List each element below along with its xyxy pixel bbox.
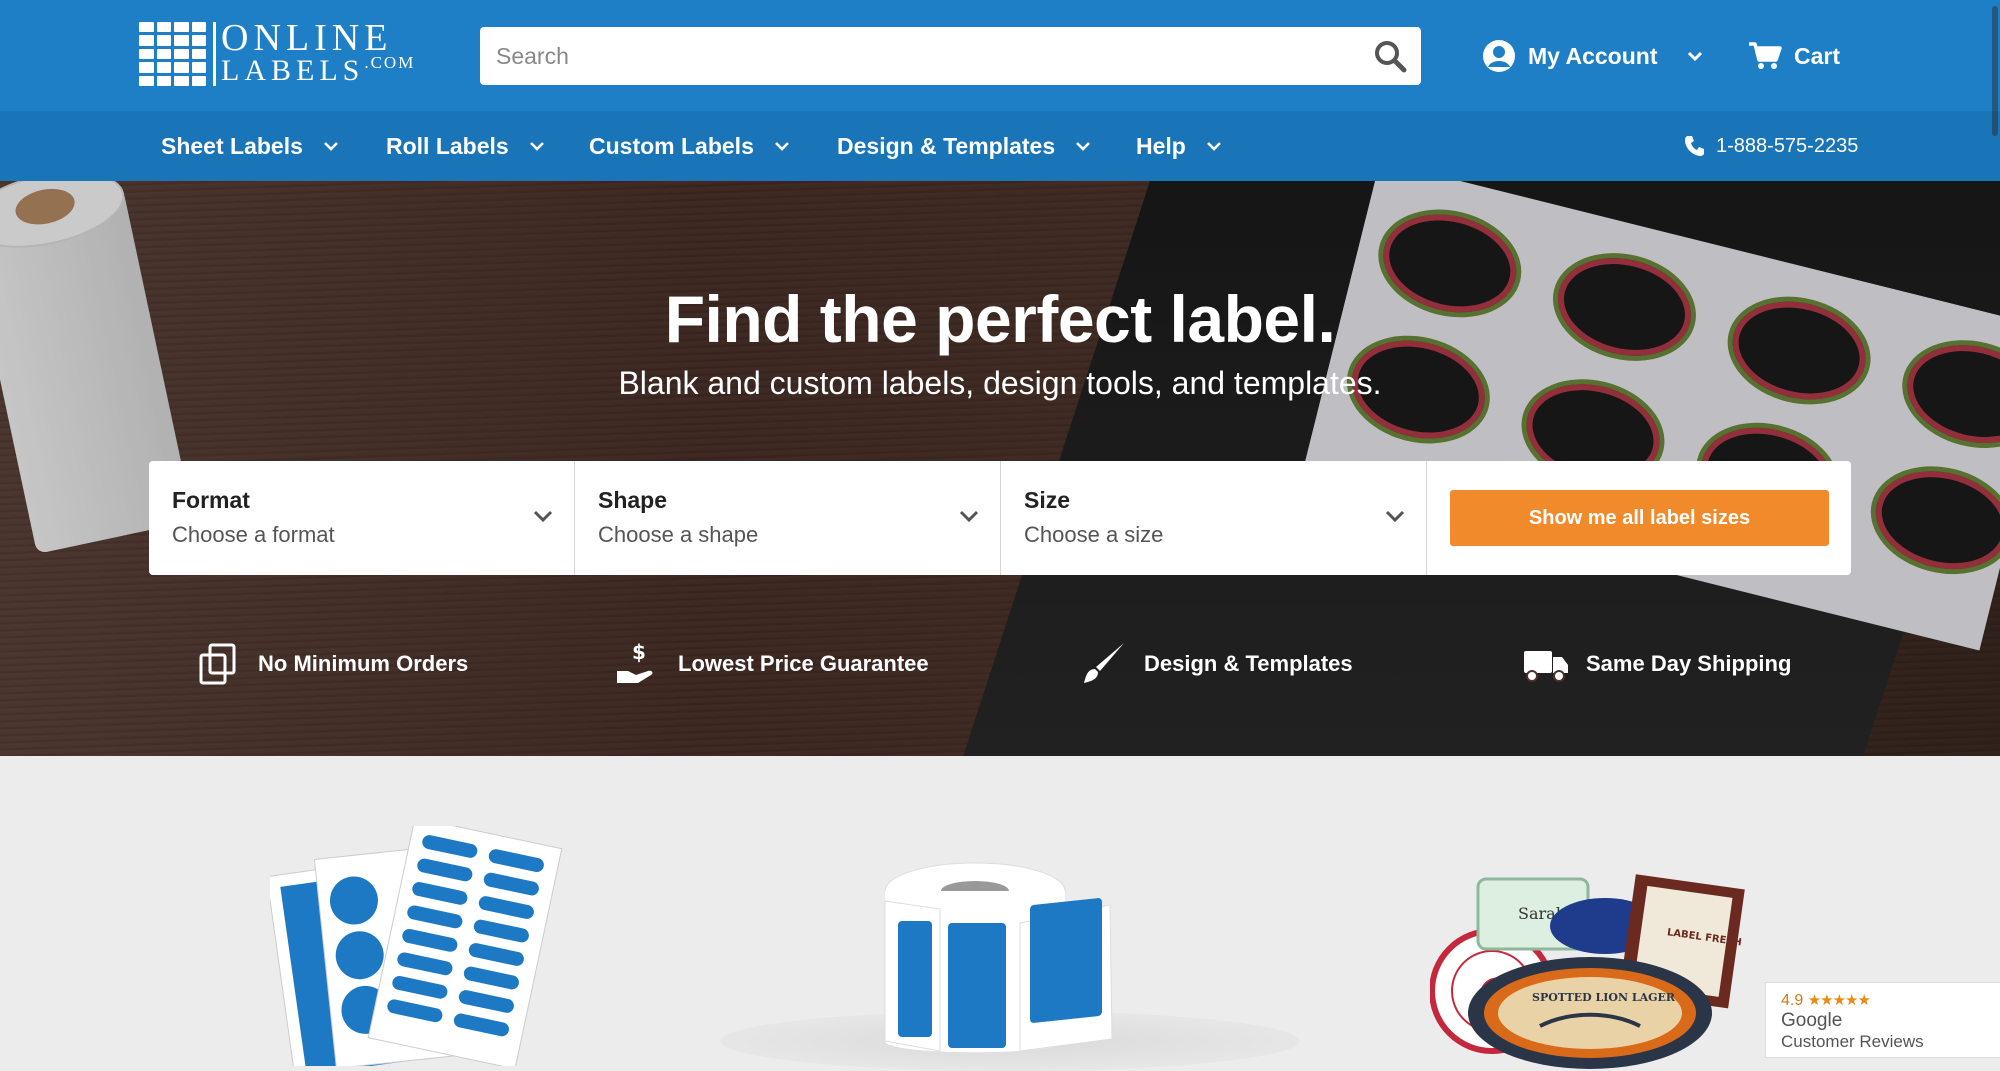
page-scrollbar[interactable]	[1990, 0, 2000, 145]
cart-icon	[1749, 42, 1782, 69]
size-select-value: Choose a size	[1024, 522, 1164, 547]
review-brand: Google	[1781, 1010, 1843, 1031]
cart-label: Cart	[1794, 42, 1841, 69]
label-finder: Format Choose a format Shape Choose a sh…	[149, 461, 1851, 575]
sheet-labels-icon[interactable]	[270, 826, 570, 1066]
google-reviews-badge[interactable]: 4.9 ★★★★★ Google Customer Reviews	[1765, 982, 2000, 1058]
nav-custom-labels-label: Custom Labels	[589, 132, 754, 159]
chevron-down-icon	[959, 510, 979, 523]
truck-icon	[1524, 651, 1568, 682]
hand-dollar-icon: $	[617, 641, 653, 683]
logo-text-online: ONLINE	[221, 17, 393, 59]
scrollbar-thumb[interactable]	[1992, 6, 1998, 136]
documents-icon	[199, 643, 236, 685]
nav-design-templates-label: Design & Templates	[837, 132, 1056, 159]
my-account-menu[interactable]: My Account	[1482, 37, 1704, 75]
phone-number: 1-888-575-2235	[1716, 134, 1859, 157]
user-avatar-icon	[1483, 40, 1515, 72]
phone-icon	[1685, 136, 1704, 156]
feature-no-minimum-label: No Minimum Orders	[258, 651, 469, 676]
nav-help[interactable]: Help	[1136, 111, 1222, 181]
roll-labels-icon[interactable]	[880, 861, 1120, 1061]
feature-no-minimum: No Minimum Orders	[196, 641, 468, 687]
hero-subtitle: Blank and custom labels, design tools, a…	[618, 365, 1382, 401]
logo-text-labels: LABELS.COM	[221, 53, 416, 92]
top-header: ONLINE LABELS.COM My Account Cart	[0, 0, 2000, 111]
nav-sheet-labels-label: Sheet Labels	[161, 132, 303, 159]
nav-roll-labels[interactable]: Roll Labels	[386, 111, 545, 181]
logo-divider	[213, 22, 216, 86]
shape-select-label: Shape	[598, 487, 668, 513]
chevron-down-icon	[1076, 142, 1091, 151]
format-select[interactable]: Format Choose a format	[149, 461, 575, 575]
shape-select[interactable]: Shape Choose a shape	[575, 461, 1001, 575]
feature-same-day-shipping-label: Same Day Shipping	[1586, 651, 1792, 676]
main-nav: Sheet Labels Roll Labels Custom Labels D…	[0, 111, 2000, 181]
chevron-down-icon	[533, 510, 553, 523]
paintbrush-icon	[1084, 643, 1124, 683]
phone-link[interactable]: 1-888-575-2235	[1684, 111, 1858, 181]
chevron-down-icon	[1687, 51, 1702, 62]
review-stars-icon: ★★★★★	[1807, 992, 1871, 1009]
finder-button-area: Show me all label sizes	[1427, 461, 1851, 575]
shape-select-value: Choose a shape	[598, 522, 759, 547]
nav-roll-labels-label: Roll Labels	[386, 132, 509, 159]
show-all-label-sizes-button[interactable]: Show me all label sizes	[1450, 490, 1829, 546]
my-account-label: My Account	[1528, 42, 1658, 69]
chevron-down-icon	[1206, 142, 1221, 151]
custom-labels-icon[interactable]: G Sarah LABEL FRESH SPOTTED LION LAGER	[1430, 871, 1750, 1071]
nav-custom-labels[interactable]: Custom Labels	[589, 111, 790, 181]
nav-design-templates[interactable]: Design & Templates	[837, 111, 1091, 181]
feature-lowest-price-label: Lowest Price Guarantee	[678, 651, 929, 676]
chevron-down-icon	[529, 142, 544, 151]
size-select[interactable]: Size Choose a size	[1001, 461, 1427, 575]
logo-text-suffix: .COM	[364, 53, 416, 72]
hero-banner: Find the perfect label. Blank and custom…	[0, 181, 2000, 756]
logo-text-labels-word: LABELS	[221, 54, 365, 87]
svg-text:$: $	[632, 641, 646, 664]
format-select-value: Choose a format	[172, 522, 335, 547]
hero-title: Find the perfect label.	[664, 282, 1336, 356]
feature-design-templates: Design & Templates	[1080, 641, 1353, 687]
search-icon[interactable]	[1373, 39, 1407, 73]
feature-design-templates-label: Design & Templates	[1144, 651, 1353, 676]
search-input[interactable]	[496, 27, 1336, 85]
format-select-label: Format	[172, 487, 250, 513]
site-logo[interactable]: ONLINE LABELS.COM	[139, 18, 419, 88]
feature-lowest-price: $ Lowest Price Guarantee	[614, 641, 929, 687]
category-section: G Sarah LABEL FRESH SPOTTED LION LAGER	[0, 756, 2000, 1071]
nav-sheet-labels[interactable]: Sheet Labels	[161, 111, 339, 181]
chevron-down-icon	[323, 142, 338, 151]
feature-same-day-shipping: Same Day Shipping	[1522, 641, 1791, 687]
custom-label-lager: SPOTTED LION LAGER	[1532, 991, 1676, 1004]
chevron-down-icon	[1385, 510, 1405, 523]
size-select-label: Size	[1024, 487, 1071, 513]
logo-grid-icon	[139, 22, 206, 86]
nav-help-label: Help	[1136, 132, 1186, 159]
cart-link[interactable]: Cart	[1748, 37, 1840, 75]
review-score: 4.9	[1781, 992, 1804, 1009]
chevron-down-icon	[774, 142, 789, 151]
review-caption: Customer Reviews	[1781, 1032, 1924, 1051]
search-bar	[480, 27, 1421, 85]
